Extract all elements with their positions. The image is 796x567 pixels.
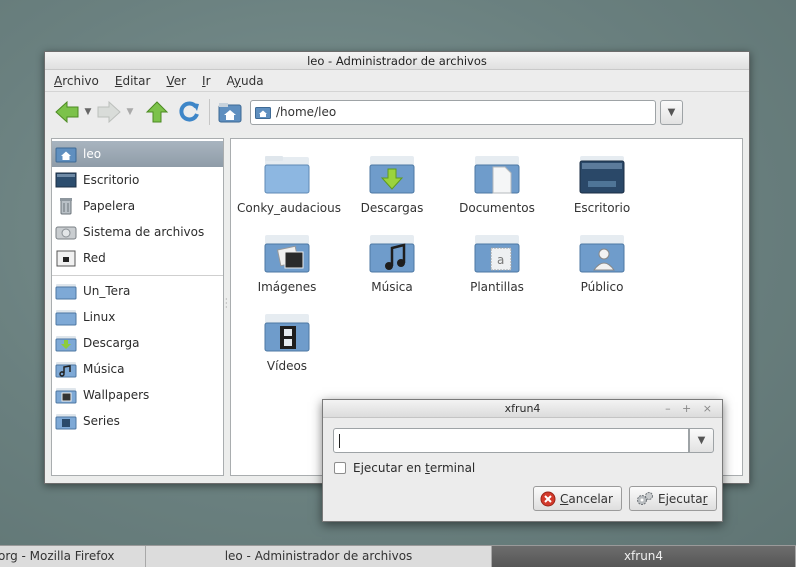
- drive-icon: [55, 223, 77, 241]
- checkbox-box[interactable]: [334, 462, 346, 474]
- sidebar-item-wallpapers[interactable]: Wallpapers: [52, 382, 223, 408]
- file-item-documentos[interactable]: Documentos: [447, 155, 547, 215]
- download-folder-icon: [368, 155, 416, 195]
- up-icon: [145, 101, 169, 123]
- home-folder-icon: [55, 145, 77, 163]
- desktop-folder-icon: [578, 155, 626, 195]
- text-cursor: [339, 434, 340, 448]
- sidebar-item-musica[interactable]: Música: [52, 356, 223, 382]
- forward-button[interactable]: [95, 98, 123, 126]
- sidebar-item-series[interactable]: Series: [52, 408, 223, 434]
- documents-folder-icon: [473, 155, 521, 195]
- location-bar[interactable]: /home/leo: [250, 99, 656, 125]
- file-item-videos[interactable]: Vídeos: [237, 313, 337, 373]
- toolbar-separator: [209, 99, 210, 125]
- toolbar: ▼ ▼ /home/leo ▼: [45, 92, 749, 132]
- music-folder-icon: [368, 234, 416, 274]
- file-item-conky-audacious[interactable]: Conky_audacious: [237, 155, 341, 215]
- video-folder-icon: [55, 412, 77, 430]
- taskbar-item-firefox[interactable]: org - Mozilla Firefox: [0, 546, 146, 567]
- folder-icon: [263, 155, 311, 195]
- menu-archivo[interactable]: Archivo: [54, 74, 99, 88]
- sidebar-item-leo[interactable]: leo: [52, 141, 223, 167]
- run-dialog: xfrun4 – + × ▼ Ejecutar en terminal Canc…: [322, 399, 723, 522]
- chevron-down-icon: ▼: [697, 435, 706, 446]
- reload-button[interactable]: [175, 98, 203, 126]
- execute-button[interactable]: Ejecutar: [629, 486, 717, 511]
- home-button[interactable]: [216, 98, 244, 126]
- sidebar-item-linux[interactable]: Linux: [52, 304, 223, 330]
- run-in-terminal-checkbox[interactable]: Ejecutar en terminal: [334, 461, 475, 475]
- menu-ayuda[interactable]: Ayuda: [227, 74, 264, 88]
- sidebar-item-un-tera[interactable]: Un_Tera: [52, 278, 223, 304]
- taskbar-item-xfrun4[interactable]: xfrun4: [492, 546, 796, 567]
- forward-history-dropdown[interactable]: ▼: [123, 98, 137, 126]
- trash-icon: [55, 197, 77, 215]
- command-input[interactable]: [333, 428, 689, 453]
- forward-icon: [97, 100, 121, 124]
- gears-icon: [637, 491, 653, 505]
- run-dialog-titlebar: xfrun4 – + ×: [323, 400, 722, 418]
- cancel-button[interactable]: Cancelar: [533, 486, 622, 511]
- menu-ver[interactable]: Ver: [166, 74, 186, 88]
- checkbox-label: Ejecutar en terminal: [353, 461, 476, 475]
- cancel-label: Cancelar: [560, 491, 613, 506]
- file-item-imagenes[interactable]: Imágenes: [237, 234, 337, 294]
- taskbar: org - Mozilla Firefox leo - Administrado…: [0, 545, 796, 567]
- sidebar-separator: [52, 275, 223, 276]
- sidebar-item-sistema-de-archivos[interactable]: Sistema de archivos: [52, 219, 223, 245]
- desktop-icon: [55, 171, 77, 189]
- music-folder-icon: [55, 360, 77, 378]
- sidebar: leo Escritorio Papelera Sistema de archi…: [51, 138, 224, 476]
- location-path: /home/leo: [276, 105, 337, 119]
- file-item-descargas[interactable]: Descargas: [342, 155, 442, 215]
- sidebar-item-red[interactable]: Red: [52, 245, 223, 271]
- network-icon: [55, 249, 77, 267]
- file-item-publico[interactable]: Público: [552, 234, 652, 294]
- file-item-escritorio[interactable]: Escritorio: [552, 155, 652, 215]
- home-icon: [218, 103, 242, 123]
- pictures-folder-icon: [263, 234, 311, 274]
- up-button[interactable]: [143, 98, 171, 126]
- videos-folder-icon: [263, 313, 311, 353]
- window-title: leo - Administrador de archivos: [45, 52, 749, 70]
- back-button[interactable]: [53, 98, 81, 126]
- folder-icon: [55, 308, 77, 326]
- chevron-down-icon: ▼: [667, 106, 676, 118]
- back-history-dropdown[interactable]: ▼: [81, 98, 95, 126]
- menu-ir[interactable]: Ir: [202, 74, 210, 88]
- download-folder-icon: [55, 334, 77, 352]
- sidebar-item-papelera[interactable]: Papelera: [52, 193, 223, 219]
- run-dialog-title: xfrun4: [504, 402, 541, 415]
- command-history-dropdown[interactable]: ▼: [689, 428, 714, 453]
- folder-icon: [55, 282, 77, 300]
- public-folder-icon: [578, 234, 626, 274]
- pictures-folder-icon: [55, 386, 77, 404]
- sidebar-item-escritorio[interactable]: Escritorio: [52, 167, 223, 193]
- execute-label: Ejecutar: [658, 491, 708, 506]
- reload-icon: [179, 101, 199, 122]
- file-item-plantillas[interactable]: a Plantillas: [447, 234, 547, 294]
- templates-folder-icon: a: [473, 234, 521, 274]
- chevron-down-icon: ▼: [84, 107, 92, 117]
- menubar: Archivo Editar Ver Ir Ayuda: [45, 70, 749, 92]
- taskbar-item-file-manager[interactable]: leo - Administrador de archivos: [146, 546, 492, 567]
- chevron-down-icon: ▼: [126, 107, 134, 117]
- sidebar-item-descarga[interactable]: Descarga: [52, 330, 223, 356]
- file-item-musica[interactable]: Música: [342, 234, 442, 294]
- cancel-icon: [540, 491, 556, 506]
- home-folder-icon: [255, 107, 271, 119]
- svg-text:a: a: [497, 253, 504, 267]
- window-controls[interactable]: – + ×: [665, 400, 716, 418]
- back-icon: [55, 100, 79, 124]
- location-dropdown[interactable]: ▼: [660, 99, 683, 125]
- menu-editar[interactable]: Editar: [115, 74, 151, 88]
